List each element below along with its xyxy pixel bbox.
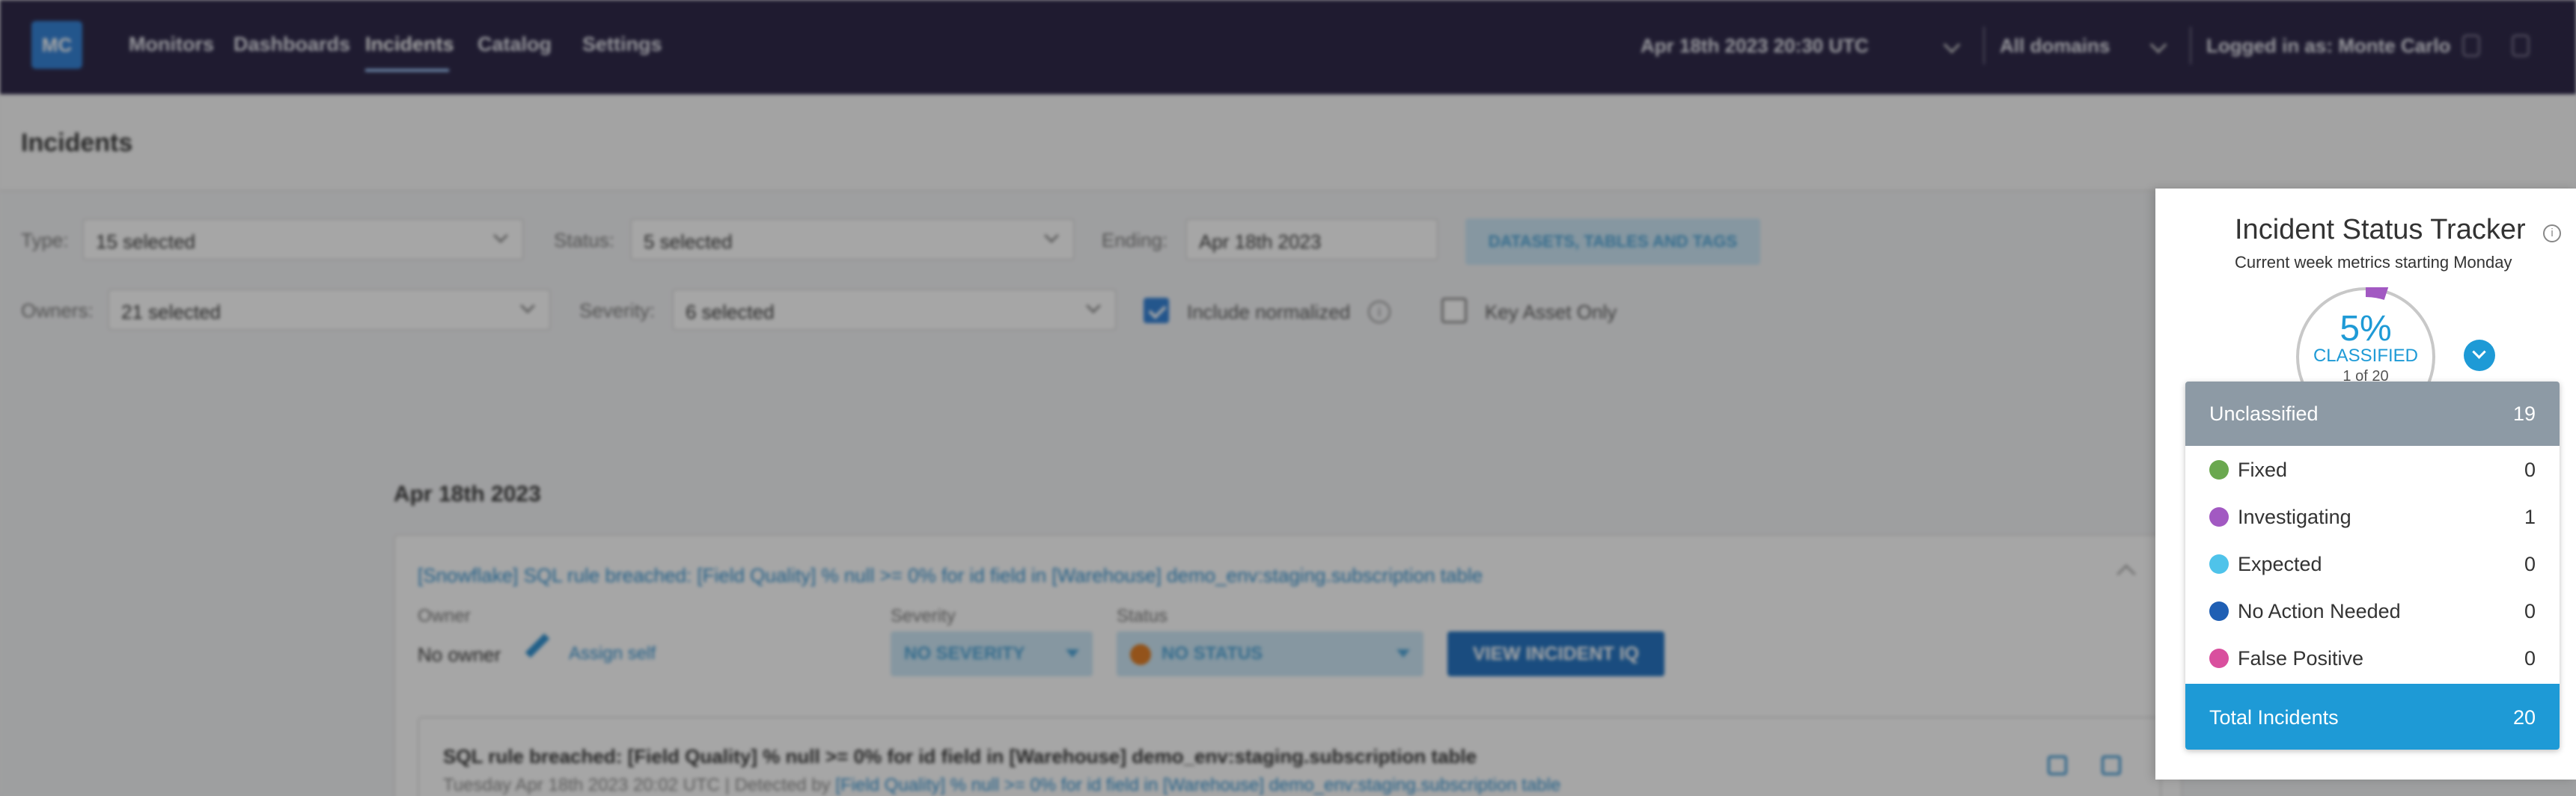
unclassified-row: Unclassified 19 <box>2185 382 2560 446</box>
status-dot-icon <box>2209 554 2229 574</box>
total-incidents-row: Total Incidents 20 <box>2185 684 2560 750</box>
status-row-no-action-needed[interactable]: No Action Needed 0 <box>2185 587 2560 634</box>
status-count: 0 <box>2524 553 2536 575</box>
expand-breakdown-button[interactable] <box>2464 340 2495 371</box>
status-breakdown-dropdown: Unclassified 19 Fixed 0 Investigating 1 … <box>2185 382 2560 750</box>
status-label: Fixed <box>2238 459 2288 481</box>
status-label: Expected <box>2238 553 2322 575</box>
status-count: 0 <box>2524 600 2536 622</box>
unclassified-count: 19 <box>2512 402 2536 425</box>
status-row-fixed[interactable]: Fixed 0 <box>2185 446 2560 493</box>
tracker-title: Incident Status Tracker <box>2235 214 2526 245</box>
status-count: 1 <box>2524 506 2536 528</box>
unclassified-label: Unclassified <box>2209 402 2319 425</box>
status-row-expected[interactable]: Expected 0 <box>2185 540 2560 587</box>
status-label: Investigating <box>2238 506 2351 528</box>
status-row-investigating[interactable]: Investigating 1 <box>2185 493 2560 540</box>
status-row-false-positive[interactable]: False Positive 0 <box>2185 634 2560 682</box>
status-dot-icon <box>2209 649 2229 668</box>
status-count: 0 <box>2524 459 2536 481</box>
status-count: 0 <box>2524 647 2536 670</box>
total-incidents-count: 20 <box>2512 706 2536 729</box>
classified-label: CLASSIFIED <box>2313 346 2419 366</box>
classified-arc <box>2365 287 2389 301</box>
info-icon[interactable]: i <box>2543 224 2561 242</box>
status-dot-icon <box>2209 601 2229 621</box>
status-label: False Positive <box>2238 647 2364 670</box>
status-label: No Action Needed <box>2238 600 2401 622</box>
status-dot-icon <box>2209 507 2229 527</box>
classified-percent: 5% <box>2340 309 2392 349</box>
status-dot-icon <box>2209 460 2229 480</box>
total-incidents-label: Total Incidents <box>2209 706 2339 729</box>
tracker-subtitle: Current week metrics starting Monday <box>2235 253 2512 272</box>
classified-count: 1 of 20 <box>2342 368 2389 383</box>
